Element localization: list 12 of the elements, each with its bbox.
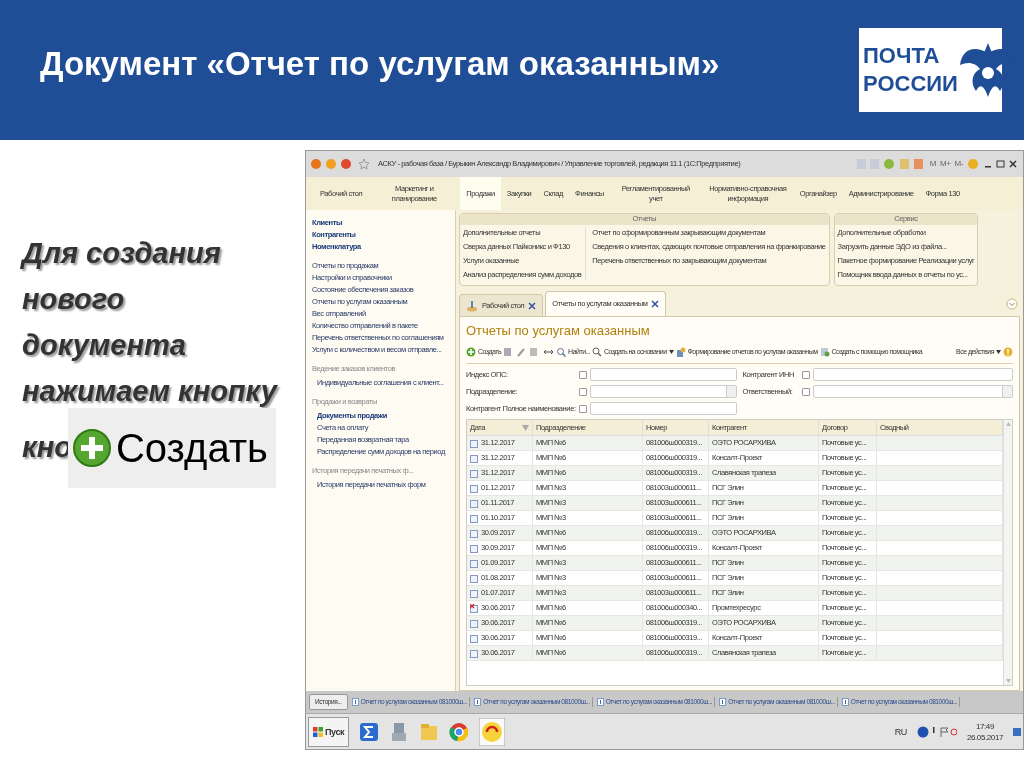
create-button-image[interactable]: Создать: [67, 408, 276, 488]
slide-title: Документ «Отчет по услугам оказанным»: [40, 44, 720, 85]
clock-date: 26.05.2017: [966, 731, 1003, 743]
memory-button[interactable]: M-: [954, 159, 963, 169]
clock-time: 17:49: [975, 720, 994, 732]
logo-text: РОССИИ: [863, 70, 958, 98]
memory-button[interactable]: M+: [939, 159, 951, 169]
start-button[interactable]: Пуск: [308, 716, 350, 747]
language-indicator[interactable]: RU: [894, 726, 907, 737]
logo-text: ПОЧТА: [863, 42, 941, 70]
form-title: Отчеты по услугам оказанным: [466, 323, 651, 339]
memory-button[interactable]: M: [929, 159, 936, 169]
